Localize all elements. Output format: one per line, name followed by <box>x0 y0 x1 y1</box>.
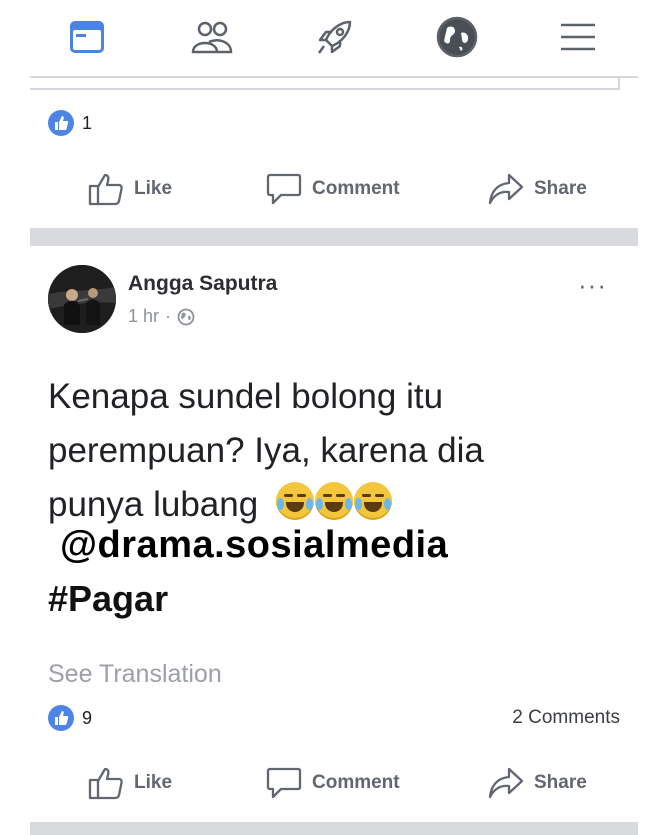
tears-of-joy-emoji <box>353 482 392 520</box>
like-label: Like <box>134 178 173 199</box>
share-arrow-icon <box>488 767 524 799</box>
post-action-bar: Like Comment Share <box>30 166 638 216</box>
thumbs-up-icon <box>88 173 123 206</box>
tears-of-joy-emoji <box>275 482 314 520</box>
hashtag-overlay: #Pagar <box>48 578 169 619</box>
globe-icon[interactable] <box>432 12 482 62</box>
like-reaction-icon <box>48 110 74 136</box>
feed-separator <box>30 822 638 835</box>
like-label: Like <box>134 772 173 793</box>
comment-button[interactable]: Comment <box>266 766 400 800</box>
news-feed-icon[interactable] <box>62 12 112 62</box>
tears-of-joy-emoji <box>314 482 353 520</box>
see-translation-link[interactable]: See Translation <box>48 660 222 689</box>
rocket-icon[interactable] <box>310 12 360 62</box>
mobile-feed: 1 Like Comment Share Angga Saputra 1 hr … <box>30 0 638 835</box>
comment-label: Comment <box>312 772 400 793</box>
previous-post-edge <box>30 78 620 90</box>
post-text-line: Kenapa sundel bolong itu <box>48 377 444 416</box>
friends-icon[interactable] <box>187 12 237 62</box>
feed-separator <box>30 228 638 246</box>
top-navigation-bar <box>30 0 638 78</box>
like-reaction-icon <box>48 705 74 731</box>
post-text-line: punya lubang <box>48 485 259 524</box>
more-options-button[interactable]: ··· <box>578 270 607 301</box>
like-button[interactable]: Like <box>88 766 172 800</box>
post-time[interactable]: 1 hr <box>128 306 159 327</box>
post-action-bar: Like Comment Share <box>30 760 638 810</box>
like-count: 9 <box>82 707 93 728</box>
post-author-name[interactable]: Angga Saputra <box>128 272 277 296</box>
share-button[interactable]: Share <box>488 172 587 206</box>
post-text-line: perempuan? Iya, karena dia <box>48 431 484 470</box>
meta-separator: · <box>165 306 172 326</box>
comment-button[interactable]: Comment <box>266 172 400 206</box>
like-button[interactable]: Like <box>88 172 172 206</box>
reaction-summary[interactable]: 1 <box>48 110 92 136</box>
comments-count-link[interactable]: 2 Comments <box>512 707 620 729</box>
share-label: Share <box>534 178 587 199</box>
thumbs-up-icon <box>88 767 123 800</box>
share-label: Share <box>534 772 587 793</box>
avatar[interactable] <box>48 265 116 333</box>
public-globe-icon <box>177 308 195 325</box>
menu-icon[interactable] <box>553 12 603 62</box>
post-text: Kenapa sundel bolong itu perempuan? Iya,… <box>48 370 588 532</box>
like-count: 1 <box>82 112 93 133</box>
watermark-overlay: @drama.sosialmedia <box>60 524 449 566</box>
comment-label: Comment <box>312 178 400 199</box>
share-button[interactable]: Share <box>488 766 587 800</box>
post-meta: 1 hr · <box>128 306 195 327</box>
share-arrow-icon <box>488 173 524 205</box>
comment-bubble-icon <box>266 767 302 799</box>
reaction-summary[interactable]: 9 <box>48 705 92 731</box>
comment-bubble-icon <box>266 173 302 205</box>
